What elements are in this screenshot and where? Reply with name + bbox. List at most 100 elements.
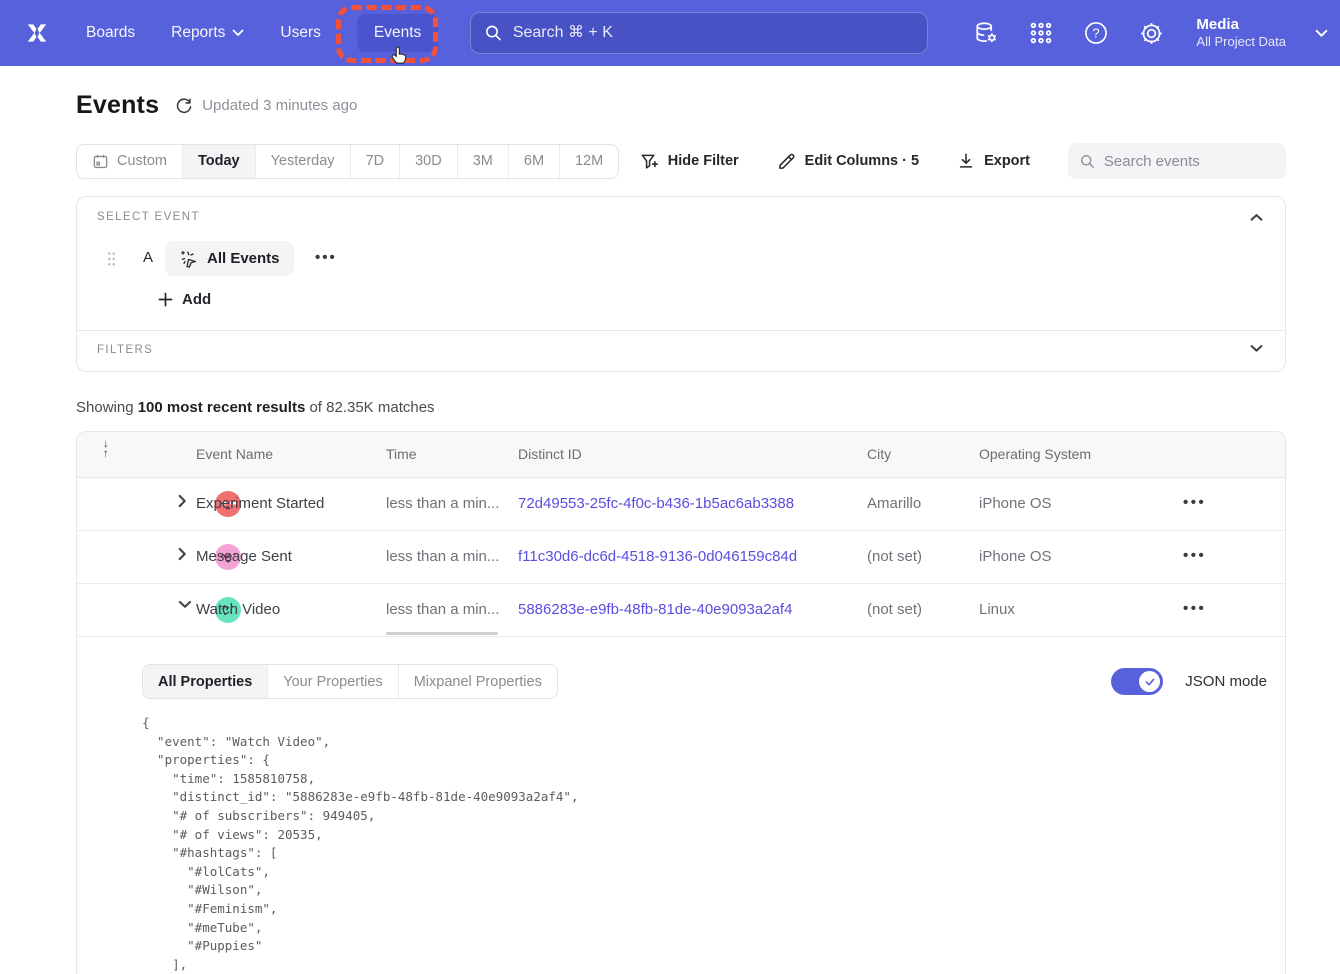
date-range-yesterday[interactable]: Yesterday [255,145,350,178]
chevron-down-icon [1250,344,1263,353]
column-header-event-name[interactable]: Event Name [196,446,273,462]
table-row[interactable]: Message Sent less than a min... f11c30d6… [77,531,1285,584]
apps-grid-icon[interactable] [1027,19,1055,47]
distinct-id-link[interactable]: f11c30d6-dc6d-4518-9136-0d046159c84d [518,548,797,565]
row-collapse-button[interactable] [178,600,198,609]
column-header-os[interactable]: Operating System [979,446,1091,462]
search-events-box[interactable] [1068,143,1286,179]
select-event-section: SELECT EVENT A [77,197,1285,331]
nav-label: Users [280,24,320,42]
date-range-3m[interactable]: 3M [457,145,508,178]
page-header: Events Updated 3 minutes ago [76,91,357,120]
row-expand-button[interactable] [178,494,198,508]
toggle-knob [1139,671,1160,692]
json-mode-label: JSON mode [1185,673,1267,690]
hide-filter-button[interactable]: Hide Filter [640,152,739,171]
navbar-right: ? Media All Project Data [972,0,1328,66]
check-icon [1144,676,1156,688]
table-header: ↓↑ Event Name Time Distinct ID City Oper… [77,432,1285,478]
button-label: Hide Filter [668,153,739,169]
row-expand-button[interactable] [178,547,198,561]
tab-mixpanel-properties[interactable]: Mixpanel Properties [398,665,557,698]
drag-handle[interactable] [106,251,117,267]
mixpanel-events-page: Boards Reports Users Events [0,0,1340,974]
add-event-button[interactable]: Add [158,291,211,308]
nav-item-events[interactable]: Events [357,14,438,52]
chevron-down-icon[interactable] [1315,29,1328,38]
tab-label: Your Properties [283,674,382,690]
event-os: iPhone OS [979,495,1052,512]
date-range-6m[interactable]: 6M [508,145,559,178]
horizontal-scrollbar-thumb[interactable] [386,632,498,635]
summary-suffix: of 82.35K matches [305,399,434,416]
chevron-right-icon [178,494,187,508]
date-range-custom[interactable]: Custom [77,145,182,178]
date-range-7d[interactable]: 7D [350,145,400,178]
event-name: Message Sent [196,548,292,565]
filters-label: FILTERS [97,344,153,356]
search-events-input[interactable] [1104,153,1274,170]
tab-label: All Properties [158,674,252,690]
tab-all-properties[interactable]: All Properties [143,665,267,698]
nav-item-users[interactable]: Users [280,24,320,42]
search-icon [1080,153,1095,170]
sort-column-button[interactable]: ↓↑ [103,439,109,459]
distinct-id-link[interactable]: 5886283e-e9fb-48fb-81de-40e9093a2af4 [518,601,792,618]
event-selector-chip[interactable]: All Events [165,241,294,276]
global-search[interactable] [470,12,928,54]
svg-text:?: ? [1093,26,1100,41]
selected-event-name: All Events [207,250,280,267]
search-icon [485,24,502,42]
table-row-expanded[interactable]: Watch Video less than a min... 5886283e-… [77,584,1285,637]
json-mode-toggle[interactable] [1111,668,1163,695]
row-menu-button[interactable]: ••• [1177,488,1212,517]
column-header-distinct-id[interactable]: Distinct ID [518,446,582,462]
filter-icon [640,152,659,171]
filters-section[interactable]: FILTERS [77,331,1285,371]
plus-icon [158,292,173,307]
all-events-icon [179,249,198,268]
event-more-menu[interactable]: ••• [309,247,343,268]
seg-label: 6M [524,153,544,169]
nav-item-reports[interactable]: Reports [171,24,244,42]
date-range-12m[interactable]: 12M [559,145,618,178]
project-switcher[interactable]: Media All Project Data [1196,16,1286,51]
summary-prefix: Showing [76,399,138,416]
button-label: Add [182,291,211,308]
nav-label: Reports [171,24,225,42]
row-menu-button[interactable]: ••• [1177,541,1212,570]
nav-label: Events [374,24,421,42]
seg-label: 30D [415,153,442,169]
tab-your-properties[interactable]: Your Properties [267,665,397,698]
expand-filters-button[interactable] [1246,340,1267,357]
date-range-control: Custom Today Yesterday 7D 30D 3M 6M 12M [76,144,619,179]
event-city: (not set) [867,548,922,565]
export-button[interactable]: Export [957,152,1030,170]
event-step-row: A All Events ••• [77,241,1285,277]
mixpanel-logo-icon[interactable] [20,16,54,50]
distinct-id-link[interactable]: 72d49553-25fc-4f0c-b436-1b5ac6ab3388 [518,495,794,512]
refresh-icon[interactable] [175,97,193,115]
column-header-time[interactable]: Time [386,446,417,462]
step-letter: A [143,249,153,266]
date-range-today[interactable]: Today [182,145,255,178]
help-icon[interactable]: ? [1082,19,1110,47]
global-search-input[interactable] [513,24,913,42]
edit-columns-button[interactable]: Edit Columns · 5 [777,152,919,171]
top-navbar: Boards Reports Users Events [0,0,1340,66]
event-os: iPhone OS [979,548,1052,565]
row-menu-button[interactable]: ••• [1177,594,1212,623]
collapse-section-button[interactable] [1246,209,1267,226]
event-properties-panel: All Properties Your Properties Mixpanel … [77,637,1285,974]
table-row[interactable]: Experiment Started less than a min... 72… [77,478,1285,531]
query-builder-panel: SELECT EVENT A [76,196,1286,372]
event-name: Watch Video [196,601,280,618]
column-header-city[interactable]: City [867,446,891,462]
events-table: ↓↑ Event Name Time Distinct ID City Oper… [76,431,1286,974]
nav-label: Boards [86,24,135,42]
date-range-30d[interactable]: 30D [399,145,457,178]
nav-item-boards[interactable]: Boards [86,24,135,42]
event-time: less than a min... [386,495,499,512]
data-management-icon[interactable] [972,19,1000,47]
settings-icon[interactable] [1137,19,1165,47]
